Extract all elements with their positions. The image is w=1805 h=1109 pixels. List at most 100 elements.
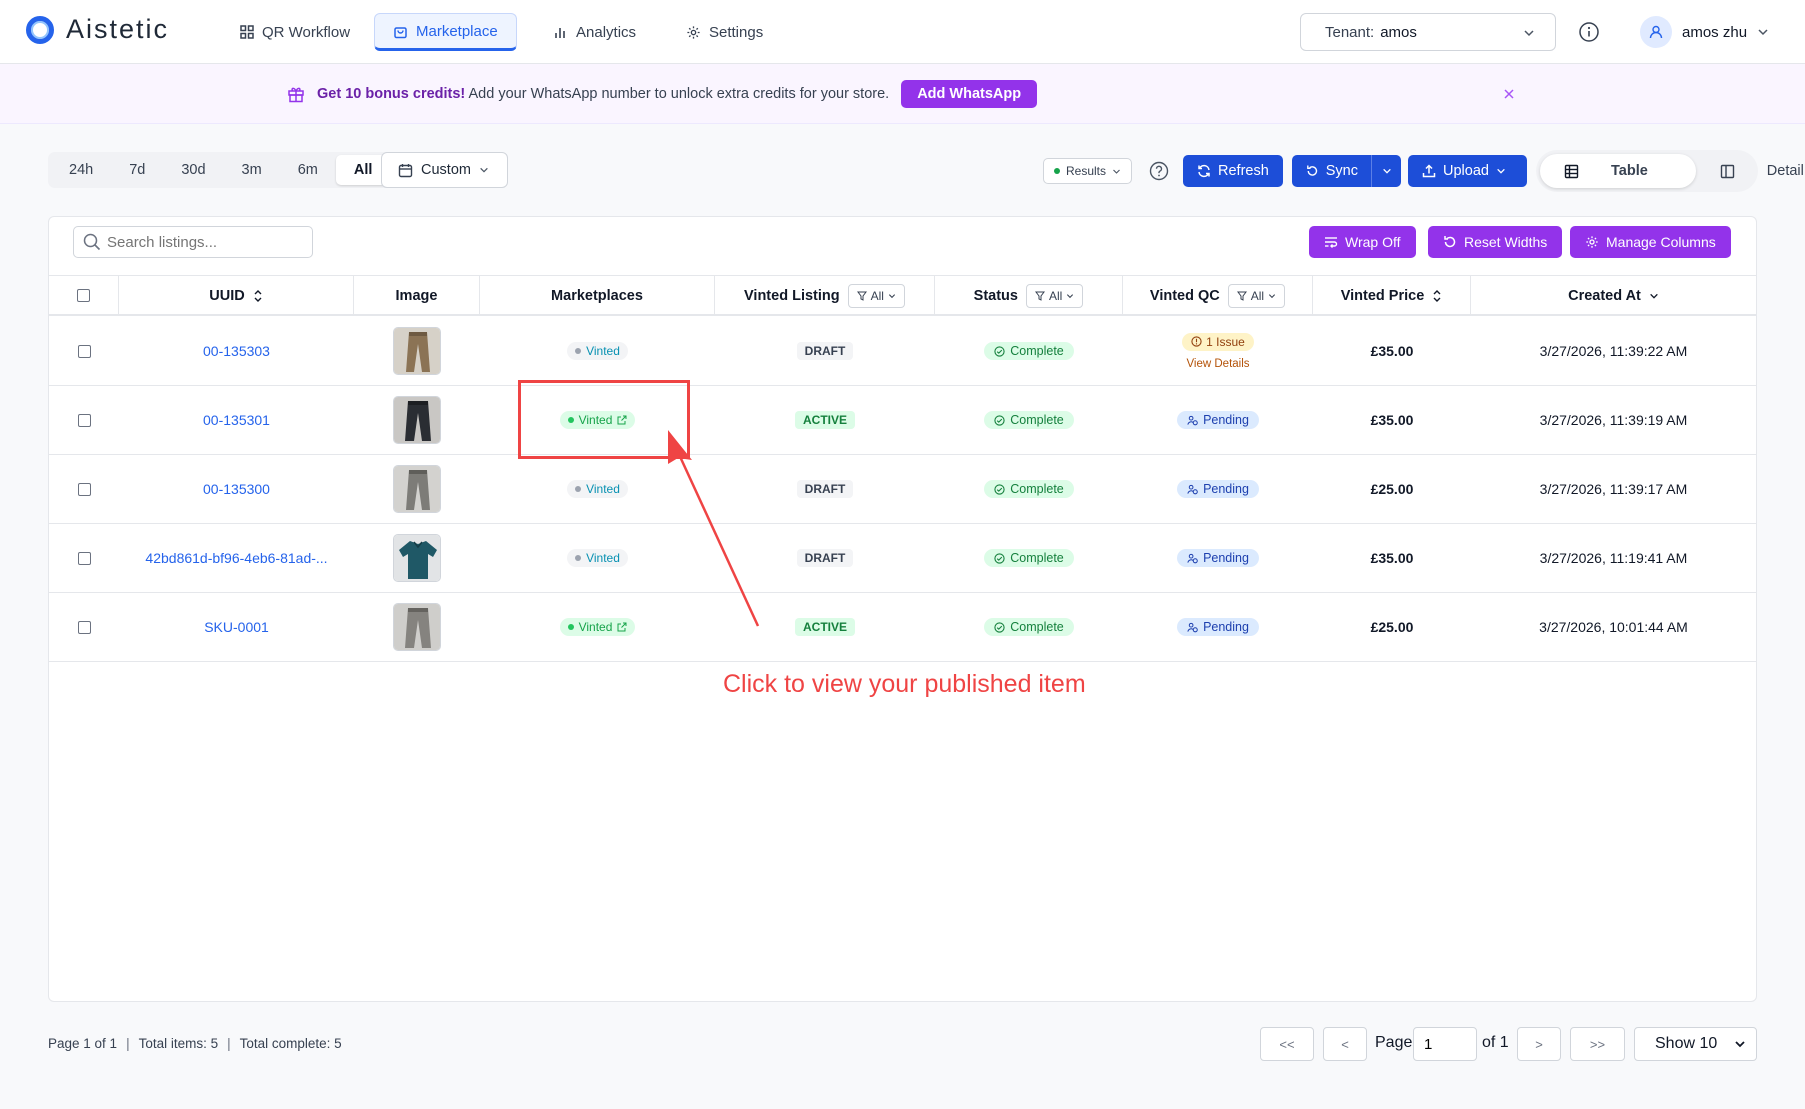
marketplace-label: Vinted (586, 551, 620, 565)
listing-status-badge: ACTIVE (794, 618, 855, 636)
status-dot (1054, 168, 1060, 174)
next-page-button[interactable]: > (1517, 1027, 1561, 1061)
banner-close-button[interactable] (1503, 88, 1515, 100)
tab-settings[interactable]: Settings (668, 13, 781, 51)
vinted-listing-filter[interactable]: All (847, 283, 905, 308)
view-table-button[interactable]: Table (1540, 154, 1696, 188)
column-created-at[interactable]: Created At (1471, 276, 1756, 315)
uuid-link[interactable]: 00-135301 (119, 386, 354, 454)
product-thumbnail[interactable] (393, 327, 441, 375)
price: £35.00 (1370, 550, 1414, 566)
column-label: Image (395, 287, 438, 304)
status-badge: Complete (984, 411, 1074, 429)
table-row[interactable]: 00-135301 Vinted ACTIVE Complete Pending… (49, 386, 1756, 455)
column-vinted-listing: Vinted Listing All (715, 276, 935, 315)
last-page-button[interactable]: >> (1570, 1027, 1625, 1061)
uuid-link[interactable]: SKU-0001 (119, 593, 354, 661)
sync-button[interactable]: Sync (1292, 155, 1372, 187)
page-label: Page (1375, 1034, 1413, 1051)
wrap-toggle-button[interactable]: Wrap Off (1309, 226, 1416, 258)
product-thumbnail[interactable] (393, 396, 441, 444)
tab-label: QR Workflow (262, 23, 351, 41)
marketplace-badge: Vinted (567, 342, 628, 360)
search-input[interactable] (107, 233, 297, 251)
status-label: Complete (1010, 551, 1064, 565)
status-badge: Complete (984, 342, 1074, 360)
external-link-icon (617, 622, 627, 632)
listings-panel: Wrap Off Reset Widths Manage Columns UUI… (48, 216, 1757, 1002)
view-table-label: Table (1611, 163, 1648, 179)
marketplace-label: Vinted (586, 482, 620, 496)
row-checkbox[interactable] (77, 620, 91, 634)
uuid-link[interactable]: 42bd861d-bf96-4eb6-81ad-... (119, 524, 354, 592)
gift-icon (288, 87, 304, 103)
view-detail-button[interactable]: Detail (1696, 154, 1805, 188)
row-checkbox[interactable] (77, 551, 91, 565)
range-6m[interactable]: 6m (280, 155, 336, 185)
listing-status-badge: DRAFT (796, 480, 854, 498)
add-whatsapp-button[interactable]: Add WhatsApp (901, 80, 1038, 108)
tab-analytics[interactable]: Analytics (536, 13, 654, 51)
table-row[interactable]: SKU-0001 Vinted ACTIVE Complete Pending … (49, 593, 1756, 662)
price: £25.00 (1370, 619, 1414, 635)
help-button[interactable] (1149, 161, 1169, 181)
table-row[interactable]: 42bd861d-bf96-4eb6-81ad-... Vinted DRAFT… (49, 524, 1756, 593)
row-checkbox[interactable] (77, 482, 91, 496)
reset-icon (1444, 236, 1456, 248)
row-checkbox[interactable] (77, 344, 91, 358)
range-30d[interactable]: 30d (163, 155, 223, 185)
product-thumbnail[interactable] (393, 465, 441, 513)
uuid-link[interactable]: 00-135300 (119, 455, 354, 523)
tab-marketplace[interactable]: Marketplace (374, 13, 517, 51)
banner-message: Get 10 bonus credits! Add your WhatsApp … (317, 86, 889, 102)
status-dot (575, 486, 582, 492)
range-24h[interactable]: 24h (51, 155, 111, 185)
tab-label: Settings (709, 23, 764, 41)
manage-columns-button[interactable]: Manage Columns (1570, 226, 1731, 258)
refresh-button[interactable]: Refresh (1183, 155, 1283, 187)
range-7d[interactable]: 7d (111, 155, 163, 185)
select-all-cell (49, 276, 119, 315)
table-icon (1564, 164, 1579, 178)
row-checkbox[interactable] (77, 413, 91, 427)
user-clock-icon (1187, 484, 1198, 494)
status-badge: Complete (984, 618, 1074, 636)
first-page-button[interactable]: << (1260, 1027, 1314, 1061)
column-vinted-price[interactable]: Vinted Price (1313, 276, 1471, 315)
product-thumbnail[interactable] (393, 534, 441, 582)
column-uuid[interactable]: UUID (119, 276, 354, 315)
table-row[interactable]: 00-135303 Vinted DRAFT Complete 1 Issue … (49, 317, 1756, 386)
marketplace-link-badge[interactable]: Vinted (559, 618, 636, 636)
created-at: 3/27/2026, 11:39:17 AM (1539, 481, 1688, 497)
listing-status-badge: ACTIVE (794, 411, 855, 429)
vinted-qc-filter[interactable]: All (1227, 283, 1286, 308)
column-label: Vinted QC (1149, 287, 1220, 304)
prev-page-button[interactable]: < (1323, 1027, 1367, 1061)
select-all-checkbox[interactable] (77, 289, 90, 302)
user-clock-icon (1187, 553, 1198, 563)
page-number-input[interactable] (1413, 1027, 1477, 1061)
upload-button[interactable]: Upload (1408, 155, 1527, 187)
tab-qr-workflow[interactable]: QR Workflow (222, 13, 368, 51)
search-box[interactable] (73, 226, 313, 258)
top-navigation: Aistetic QR Workflow Marketplace Analyti… (0, 0, 1805, 64)
results-dropdown[interactable]: Results (1043, 158, 1133, 184)
sync-dropdown-button[interactable] (1371, 155, 1401, 187)
logo[interactable]: Aistetic (26, 14, 169, 45)
gear-icon (687, 25, 700, 39)
page-size-select[interactable]: Show 10 (1634, 1027, 1757, 1061)
product-thumbnail[interactable] (393, 603, 441, 651)
qc-pending-badge: Pending (1177, 480, 1259, 498)
table-row[interactable]: 00-135300 Vinted DRAFT Complete Pending … (49, 455, 1756, 524)
uuid-link[interactable]: 00-135303 (119, 317, 354, 385)
qc-label: Pending (1203, 551, 1249, 565)
info-button[interactable] (1578, 21, 1600, 43)
status-filter[interactable]: All (1025, 283, 1084, 308)
user-menu[interactable]: amos zhu (1640, 16, 1769, 48)
view-details-link[interactable]: View Details (1186, 358, 1249, 370)
listing-status-badge: DRAFT (796, 549, 854, 567)
reset-widths-button[interactable]: Reset Widths (1428, 226, 1563, 258)
tenant-select[interactable]: Tenant: amos (1300, 13, 1556, 51)
range-3m[interactable]: 3m (224, 155, 280, 185)
custom-range-button[interactable]: Custom (381, 152, 508, 188)
